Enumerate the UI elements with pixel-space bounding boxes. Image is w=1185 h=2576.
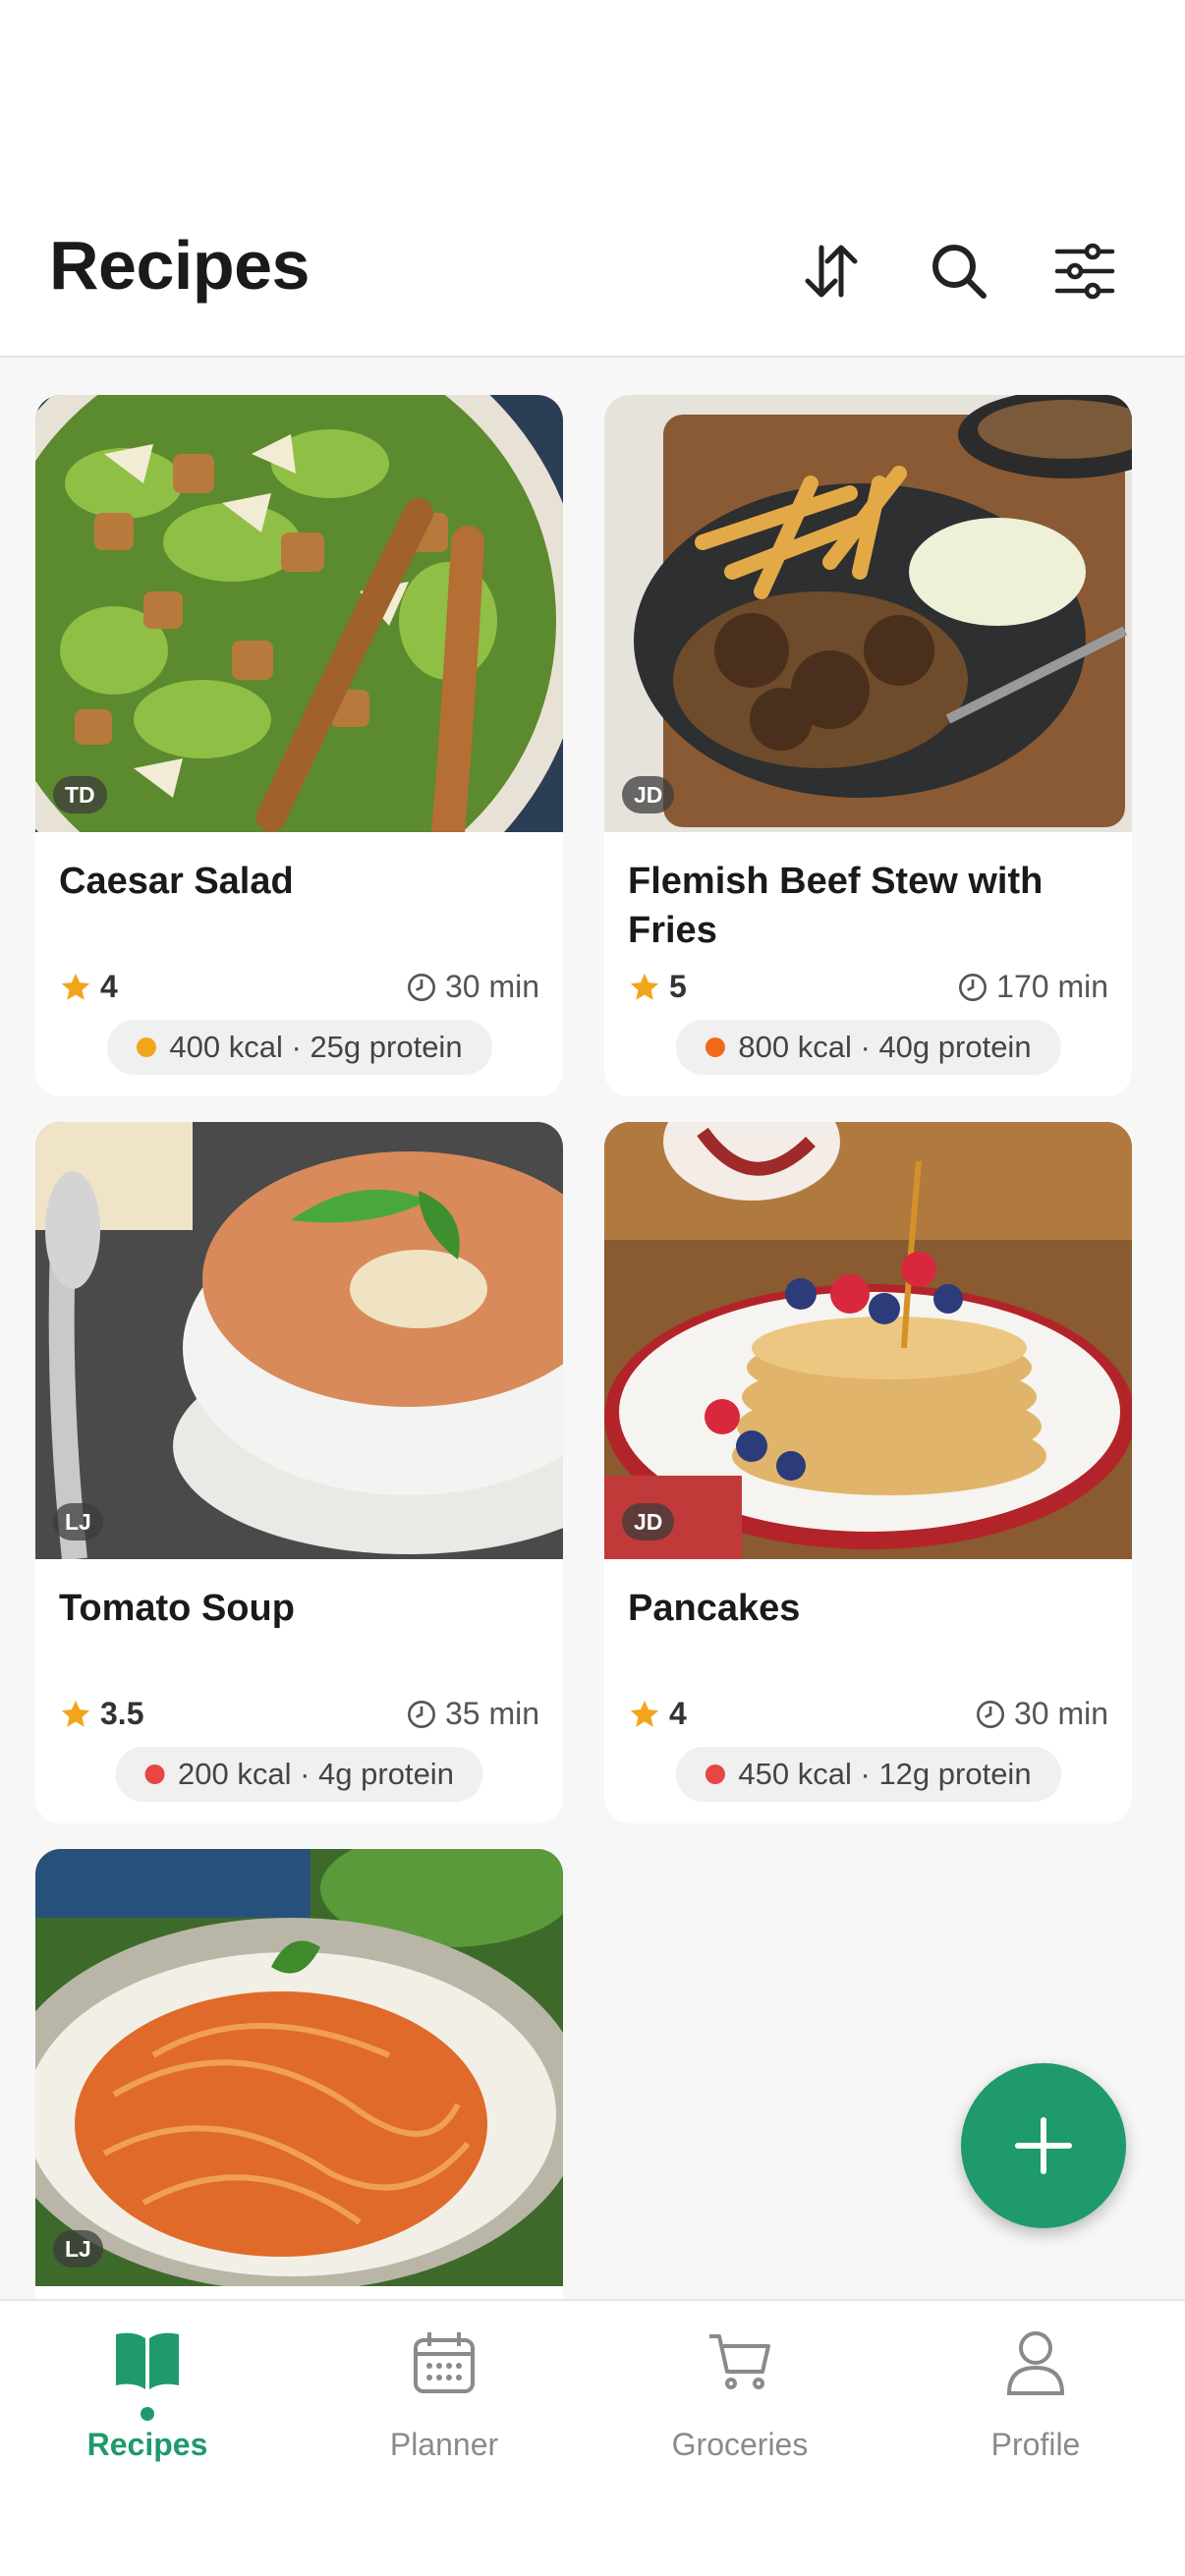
- nutrition-badge: 800 kcal · 40g protein: [675, 1020, 1061, 1075]
- recipe-photo: [35, 395, 563, 832]
- nav-recipes[interactable]: Recipes: [0, 2301, 295, 2497]
- nutrition-dot: [136, 1037, 156, 1057]
- author-badge: TD: [53, 776, 107, 813]
- nav-profile[interactable]: Profile: [888, 2301, 1183, 2497]
- recipe-photo: [35, 1849, 563, 2286]
- recipe-time: 35 min: [406, 1696, 539, 1732]
- cart-icon: [709, 2334, 770, 2389]
- recipe-rating: 4: [59, 969, 118, 1005]
- calendar-icon: [414, 2332, 475, 2393]
- nutrition-badge: 450 kcal · 12g protein: [675, 1747, 1061, 1802]
- recipe-name: Flemish Beef Stew with Fries: [628, 861, 1044, 951]
- clock-icon: [976, 1700, 1004, 1728]
- nav-groceries[interactable]: Groceries: [592, 2301, 887, 2497]
- recipe-time: 30 min: [406, 969, 539, 1005]
- author-badge: JD: [622, 776, 675, 813]
- rating-value: 4: [669, 1696, 687, 1731]
- sort-icon[interactable]: [796, 236, 867, 307]
- star-icon: [61, 973, 90, 1000]
- time-value: 35 min: [444, 1696, 539, 1731]
- page-title: Recipes: [49, 227, 310, 304]
- filter-sliders-icon[interactable]: [1049, 236, 1120, 307]
- person-icon: [1006, 2331, 1065, 2395]
- star-icon: [61, 1700, 90, 1727]
- clock-icon: [407, 1700, 435, 1728]
- nav-label: Recipes: [86, 2427, 208, 2462]
- recipe-card[interactable]: LJ Tomato Soup 3.5 35 min 200 kcal · 4g …: [35, 1122, 563, 1823]
- recipe-name: Pancakes: [628, 1588, 801, 1629]
- active-indicator: [141, 2407, 154, 2421]
- recipe-grid: TD Caesar Salad 4 30 min 400 kcal · 25g …: [0, 358, 1185, 2299]
- rating-value: 4: [100, 969, 118, 1004]
- book-icon: [116, 2332, 179, 2389]
- rating-value: 3.5: [100, 1696, 144, 1731]
- author-badge: LJ: [53, 2230, 103, 2268]
- search-icon[interactable]: [924, 236, 994, 307]
- nutrition-text: 800 kcal · 40g protein: [738, 1030, 1032, 1064]
- recipe-rating: 3.5: [59, 1696, 143, 1732]
- time-value: 30 min: [1013, 1696, 1108, 1731]
- nutrition-text: 450 kcal · 12g protein: [738, 1757, 1032, 1791]
- status-bar-area: [0, 0, 1185, 206]
- recipe-time: 170 min: [957, 969, 1108, 1005]
- star-icon: [630, 973, 659, 1000]
- nutrition-dot: [705, 1037, 725, 1057]
- nutrition-badge: 400 kcal · 25g protein: [106, 1020, 492, 1075]
- time-value: 170 min: [996, 969, 1108, 1004]
- clock-icon: [407, 973, 435, 1001]
- recipe-card[interactable]: TD Caesar Salad 4 30 min 400 kcal · 25g …: [35, 395, 563, 1096]
- nutrition-dot: [144, 1764, 165, 1784]
- rating-value: 5: [669, 969, 687, 1004]
- nav-label: Planner: [389, 2427, 499, 2462]
- nav-label: Groceries: [671, 2427, 809, 2462]
- star-icon: [630, 1700, 659, 1727]
- recipe-name: Caesar Salad: [59, 861, 294, 902]
- nutrition-text: 400 kcal · 25g protein: [169, 1030, 463, 1064]
- nutrition-badge: 200 kcal · 4g protein: [115, 1747, 483, 1802]
- clock-icon: [959, 973, 988, 1001]
- author-badge: LJ: [53, 1503, 103, 1540]
- recipe-card[interactable]: JD Flemish Beef Stew with Fries 5 170 mi…: [604, 395, 1132, 1096]
- time-value: 30 min: [444, 969, 539, 1004]
- recipe-rating: 5: [628, 969, 687, 1005]
- add-recipe-button[interactable]: [961, 2063, 1126, 2228]
- nutrition-text: 200 kcal · 4g protein: [178, 1757, 454, 1791]
- nav-label: Profile: [990, 2427, 1081, 2462]
- recipe-rating: 4: [628, 1696, 687, 1732]
- recipe-photo: [35, 1122, 563, 1559]
- nutrition-dot: [705, 1764, 725, 1784]
- bottom-nav: Recipes Planner Groceries Profile: [0, 2299, 1185, 2576]
- nav-planner[interactable]: Planner: [297, 2301, 592, 2497]
- app-header: Recipes: [0, 206, 1185, 358]
- author-badge: JD: [622, 1503, 675, 1540]
- recipe-card[interactable]: LJ: [35, 1849, 563, 2299]
- recipe-name: Tomato Soup: [59, 1588, 295, 1629]
- plus-icon: [1015, 2117, 1072, 2174]
- recipe-photo: [604, 395, 1132, 832]
- recipe-card[interactable]: JD Pancakes 4 30 min 450 kcal · 12g prot…: [604, 1122, 1132, 1823]
- recipe-photo: [604, 1122, 1132, 1559]
- recipe-time: 30 min: [975, 1696, 1108, 1732]
